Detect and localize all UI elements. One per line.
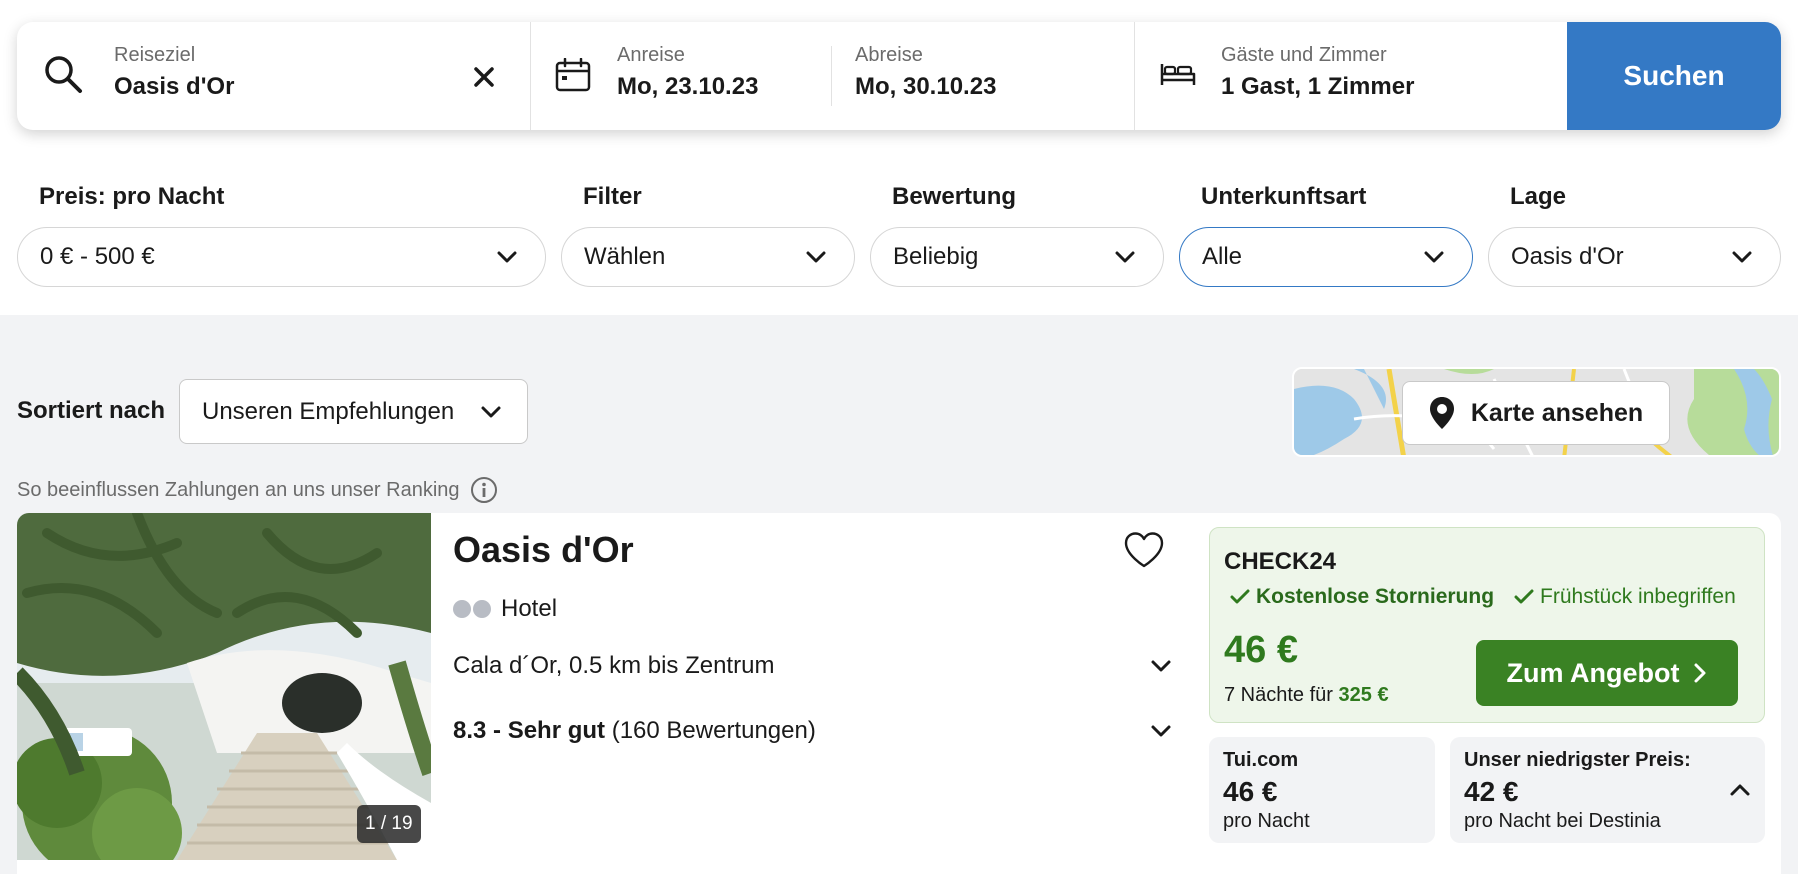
- alt-offer-lowest[interactable]: Unser niedrigster Preis: 42 € pro Nacht …: [1450, 737, 1765, 843]
- chevron-down-icon: [806, 251, 826, 263]
- check-icon: [1230, 589, 1250, 604]
- guests-value: 1 Gast, 1 Zimmer: [1221, 73, 1415, 100]
- alt-offer-provider: Unser niedrigster Preis:: [1464, 749, 1691, 771]
- checkout-field[interactable]: Abreise Mo, 30.10.23: [855, 44, 996, 101]
- bed-icon: [1160, 64, 1196, 85]
- search-button[interactable]: Suchen: [1567, 22, 1781, 130]
- hotel-photo[interactable]: 1 / 19: [17, 513, 431, 860]
- filter-rating: Bewertung Beliebig: [870, 183, 1164, 287]
- heart-icon[interactable]: [1123, 531, 1165, 569]
- filter-accommodation: Unterkunftsart Alle: [1179, 183, 1473, 287]
- alt-offer-tui[interactable]: Tui.com 46 € pro Nacht: [1209, 737, 1435, 843]
- destination-label: Reiseziel: [114, 44, 196, 66]
- filter-general-value: Wählen: [584, 243, 666, 270]
- perk-1-label: Kostenlose Stornierung: [1256, 585, 1495, 608]
- info-icon[interactable]: [470, 476, 498, 504]
- sort-label: Sortiert nach: [17, 397, 166, 424]
- search-icon: [45, 56, 82, 93]
- hotel-rating[interactable]: 8.3 - Sehr gut (160 Bewertungen): [453, 717, 1173, 745]
- perk-2-label: Frühstück inbegriffen: [1540, 585, 1736, 608]
- dates-field: Anreise Mo, 23.10.23 Abreise Mo, 30.10.2…: [531, 22, 1135, 130]
- calendar-icon: [555, 58, 591, 92]
- nights-text: 7 Nächte für: [1224, 684, 1339, 706]
- offer-nights: 7 Nächte für 325 €: [1224, 684, 1389, 707]
- guests-label: Gäste und Zimmer: [1221, 44, 1387, 66]
- alt-offer-sub: pro Nacht bei Destinia: [1464, 810, 1661, 832]
- to-offer-label: Zum Angebot: [1506, 657, 1680, 688]
- hotel-location-text: Cala d´Or, 0.5 km bis Zentrum: [453, 652, 775, 679]
- perk-breakfast: Frühstück inbegriffen: [1514, 585, 1736, 609]
- filter-price-select[interactable]: 0 € - 500 €: [17, 227, 546, 287]
- show-map-label: Karte ansehen: [1470, 398, 1644, 427]
- hotel-name[interactable]: Oasis d'Or: [453, 529, 634, 571]
- filter-accommodation-select[interactable]: Alle: [1179, 227, 1473, 287]
- check-icon: [1514, 589, 1534, 604]
- rating-count: (160 Bewertungen): [605, 717, 816, 744]
- filter-location-value: Oasis d'Or: [1511, 243, 1624, 270]
- best-offer-box[interactable]: CHECK24 Kostenlose Stornierung Frühstück…: [1209, 527, 1765, 723]
- photo-counter: 1 / 19: [357, 805, 421, 843]
- rating-score: 8.3 - Sehr gut: [453, 717, 606, 744]
- sort-select[interactable]: Unseren Empfehlungen: [179, 379, 528, 444]
- chevron-down-icon: [1151, 725, 1171, 737]
- guests-field[interactable]: Gäste und Zimmer 1 Gast, 1 Zimmer: [1135, 22, 1567, 130]
- filter-location-select[interactable]: Oasis d'Or: [1488, 227, 1781, 287]
- chevron-right-icon: [1694, 663, 1706, 683]
- chevron-down-icon: [481, 406, 501, 417]
- offer-perks: Kostenlose Stornierung Frühstück inbegri…: [1230, 585, 1736, 609]
- chevron-down-icon: [1151, 660, 1171, 672]
- map-pin-icon: [1429, 397, 1454, 429]
- alt-offer-provider: Tui.com: [1223, 749, 1299, 771]
- hotel-location[interactable]: Cala d´Or, 0.5 km bis Zentrum: [453, 652, 1173, 680]
- chevron-down-icon: [1424, 251, 1444, 263]
- chevron-down-icon: [497, 251, 517, 263]
- perk-free-cancellation: Kostenlose Stornierung: [1230, 585, 1494, 609]
- ranking-note-text: So beeinflussen Zahlungen an uns unser R…: [17, 478, 460, 501]
- checkout-label: Abreise: [855, 44, 923, 66]
- filter-price: Preis: pro Nacht 0 € - 500 €: [17, 183, 546, 287]
- filter-general: Filter Wählen: [561, 183, 855, 287]
- checkin-label: Anreise: [617, 44, 685, 66]
- show-map-button[interactable]: Karte ansehen: [1402, 381, 1670, 445]
- date-divider: [831, 46, 832, 106]
- filter-general-label: Filter: [583, 183, 642, 210]
- alt-offer-price: 42 €: [1464, 776, 1519, 807]
- chevron-down-icon: [1732, 251, 1752, 263]
- checkout-value: Mo, 30.10.23: [855, 73, 997, 100]
- filter-rating-value: Beliebig: [893, 243, 979, 270]
- hotel-type-label: Hotel: [501, 595, 558, 622]
- alt-offer-sub: pro Nacht: [1223, 810, 1310, 832]
- filter-price-value: 0 € - 500 €: [40, 243, 155, 270]
- filter-rating-select[interactable]: Beliebig: [870, 227, 1164, 287]
- sort-value: Unseren Empfehlungen: [202, 397, 455, 425]
- offer-price: 46 €: [1224, 629, 1298, 671]
- alt-offer-price: 46 €: [1223, 776, 1278, 807]
- checkin-field[interactable]: Anreise Mo, 23.10.23: [617, 44, 758, 101]
- filter-general-select[interactable]: Wählen: [561, 227, 855, 287]
- total-price: 325 €: [1338, 684, 1389, 706]
- chevron-down-icon: [1115, 251, 1135, 263]
- filter-location-label: Lage: [1510, 183, 1567, 210]
- hotel-type: Hotel: [453, 595, 557, 623]
- chevron-up-icon[interactable]: [1729, 779, 1751, 801]
- destination-field[interactable]: Reiseziel Oasis d'Or: [17, 22, 531, 130]
- category-dots: [453, 600, 491, 618]
- to-offer-button[interactable]: Zum Angebot: [1476, 640, 1738, 706]
- search-bar: Reiseziel Oasis d'Or Anreise Mo, 23.10.2…: [17, 22, 1781, 130]
- hotel-card[interactable]: 1 / 19 Oasis d'Or Hotel Cala d´Or, 0.5 k…: [17, 513, 1781, 874]
- filter-location: Lage Oasis d'Or: [1488, 183, 1781, 287]
- filter-accommodation-value: Alle: [1202, 243, 1243, 270]
- offer-provider: CHECK24: [1224, 548, 1337, 575]
- destination-value: Oasis d'Or: [114, 73, 235, 100]
- filter-rating-label: Bewertung: [892, 183, 1017, 210]
- checkin-value: Mo, 23.10.23: [617, 73, 759, 100]
- filter-price-label: Preis: pro Nacht: [39, 183, 225, 210]
- ranking-note[interactable]: So beeinflussen Zahlungen an uns unser R…: [17, 476, 498, 504]
- filter-accommodation-label: Unterkunftsart: [1201, 183, 1367, 210]
- close-icon[interactable]: [473, 66, 495, 88]
- hotel-rating-text: 8.3 - Sehr gut (160 Bewertungen): [453, 717, 816, 745]
